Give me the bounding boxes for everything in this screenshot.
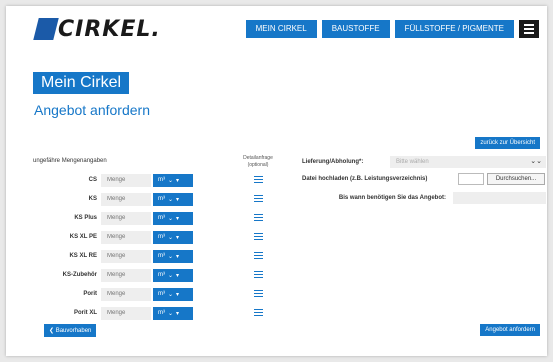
page-subtitle: Angebot anfordern bbox=[34, 102, 150, 118]
back-to-overview-button[interactable]: zurück zur Übersicht bbox=[475, 137, 540, 149]
row-label: KS XL PE bbox=[69, 234, 97, 240]
caret-down-icon: ▾ bbox=[176, 291, 180, 298]
quantities-heading: ungefähre Mengenangaben bbox=[33, 158, 107, 164]
unit-value: m³ bbox=[158, 253, 165, 259]
chevron-down-icon: ⌄ bbox=[168, 272, 174, 279]
unit-value: m³ bbox=[158, 177, 165, 183]
detail-sliders-icon[interactable] bbox=[254, 252, 263, 259]
chevron-down-icon: ⌄ bbox=[168, 291, 174, 298]
unit-value: m³ bbox=[158, 196, 165, 202]
chevron-down-icon: ⌄ bbox=[168, 177, 174, 184]
caret-down-icon: ▾ bbox=[176, 177, 180, 184]
caret-down-icon: ▾ bbox=[176, 234, 180, 241]
caret-down-icon: ▾ bbox=[176, 310, 180, 317]
nav-mein-cirkel[interactable]: MEIN CIRKEL bbox=[245, 20, 317, 38]
quantity-row-porit-xl: Porit XL m³⌄▾ bbox=[33, 306, 193, 320]
row-label: Porit bbox=[83, 291, 97, 297]
detail-sliders-icon[interactable] bbox=[254, 195, 263, 202]
unit-select-ks-plus[interactable]: m³ ⌄ ▾ bbox=[153, 211, 193, 225]
detail-request-heading: Detailanfrage (optional) bbox=[238, 155, 278, 169]
caret-down-icon: ▾ bbox=[176, 253, 180, 260]
row-label: Porit XL bbox=[73, 310, 97, 316]
chevron-down-icon: ⌄ bbox=[168, 234, 174, 241]
detail-request-title: Detailanfrage bbox=[243, 155, 273, 161]
logo-mark-icon bbox=[33, 18, 59, 40]
unit-select-ks-xl-pe[interactable]: m³ ⌄ ▾ bbox=[153, 230, 193, 244]
page-frame: CIRKEL. MEIN CIRKEL BAUSTOFFE FÜLLSTOFFE… bbox=[6, 6, 547, 356]
unit-select-cs[interactable]: m³ ⌄ ▾ bbox=[153, 173, 193, 187]
quantity-row-ks-plus: KS Plus m³⌄▾ bbox=[33, 211, 193, 225]
delivery-label: Lieferung/Abholung*: bbox=[302, 159, 364, 165]
unit-select-ks-zubehoer[interactable]: m³ ⌄ ▾ bbox=[153, 268, 193, 282]
chevron-down-icon: ⌄ bbox=[168, 215, 174, 222]
row-label: KS XL RE bbox=[69, 253, 97, 259]
unit-select-ks[interactable]: m³ ⌄ ▾ bbox=[153, 192, 193, 206]
detail-sliders-icon[interactable] bbox=[254, 309, 263, 316]
nav-baustoffe[interactable]: BAUSTOFFE bbox=[321, 20, 390, 38]
detail-sliders-icon[interactable] bbox=[254, 233, 263, 240]
caret-down-icon: ▾ bbox=[176, 272, 180, 279]
quantity-input-ks-xl-re[interactable] bbox=[101, 249, 151, 263]
quantity-row-cs: CS m³⌄▾ bbox=[33, 173, 193, 187]
logo-text: CIRKEL. bbox=[58, 16, 161, 42]
chevron-down-icon: ⌄ bbox=[168, 196, 174, 203]
detail-sliders-icon[interactable] bbox=[254, 214, 263, 221]
row-label: KS bbox=[88, 196, 97, 202]
quantity-input-ks-xl-pe[interactable] bbox=[101, 230, 151, 244]
top-navigation: MEIN CIRKEL BAUSTOFFE FÜLLSTOFFE / PIGME… bbox=[245, 20, 539, 38]
unit-select-porit[interactable]: m³ ⌄ ▾ bbox=[153, 287, 193, 301]
request-quote-button[interactable]: Angebot anfordern bbox=[480, 324, 540, 336]
browse-button[interactable]: Durchsuchen... bbox=[487, 173, 545, 185]
unit-value: m³ bbox=[158, 310, 165, 316]
caret-down-icon: ▾ bbox=[176, 196, 180, 203]
unit-value: m³ bbox=[158, 234, 165, 240]
quantity-row-porit: Porit m³⌄▾ bbox=[33, 287, 193, 301]
detail-sliders-icon[interactable] bbox=[254, 271, 263, 278]
quantity-row-ks: KS m³⌄▾ bbox=[33, 192, 193, 206]
chevron-down-icon: ⌄⌄ bbox=[530, 158, 542, 165]
quantity-input-porit[interactable] bbox=[101, 287, 151, 301]
row-label: KS Plus bbox=[74, 215, 97, 221]
delivery-select[interactable]: Bitte wählen ⌄⌄ bbox=[390, 156, 546, 168]
unit-value: m³ bbox=[158, 291, 165, 297]
unit-value: m³ bbox=[158, 215, 165, 221]
chevron-down-icon: ⌄ bbox=[168, 310, 174, 317]
file-upload-label: Datei hochladen (z.B. Leistungsverzeichn… bbox=[302, 176, 428, 182]
quantity-row-ks-zubehoer: KS-Zubehör m³⌄▾ bbox=[33, 268, 193, 282]
deadline-input[interactable] bbox=[453, 192, 546, 204]
row-label: KS-Zubehör bbox=[62, 272, 97, 278]
unit-select-porit-xl[interactable]: m³ ⌄ ▾ bbox=[153, 306, 193, 320]
quantity-input-ks-plus[interactable] bbox=[101, 211, 151, 225]
quantity-input-ks[interactable] bbox=[101, 192, 151, 206]
chevron-down-icon: ⌄ bbox=[168, 253, 174, 260]
caret-down-icon: ▾ bbox=[176, 215, 180, 222]
page-title: Mein Cirkel bbox=[33, 72, 130, 94]
quantity-row-ks-xl-pe: KS XL PE m³⌄▾ bbox=[33, 230, 193, 244]
cirkel-logo[interactable]: CIRKEL. bbox=[33, 16, 161, 42]
unit-select-ks-xl-re[interactable]: m³ ⌄ ▾ bbox=[153, 249, 193, 263]
detail-sliders-icon[interactable] bbox=[254, 176, 263, 183]
file-upload-field[interactable] bbox=[458, 173, 484, 185]
deadline-label: Bis wann benötigen Sie das Angebot: bbox=[338, 195, 446, 201]
row-label: CS bbox=[88, 177, 97, 183]
quantity-input-ks-zubehoer[interactable] bbox=[101, 268, 151, 282]
back-to-project-button[interactable]: ❮ Bauvorhaben bbox=[44, 324, 97, 337]
delivery-select-value: Bitte wählen bbox=[396, 159, 429, 165]
nav-fuellstoffe-pigmente[interactable]: FÜLLSTOFFE / PIGMENTE bbox=[394, 20, 514, 38]
detail-request-optional: (optional) bbox=[247, 162, 269, 168]
quantity-row-ks-xl-re: KS XL RE m³⌄▾ bbox=[33, 249, 193, 263]
hamburger-icon[interactable] bbox=[519, 20, 539, 38]
unit-value: m³ bbox=[158, 272, 165, 278]
quantity-input-porit-xl[interactable] bbox=[101, 306, 151, 320]
detail-sliders-icon[interactable] bbox=[254, 290, 263, 297]
quantity-input-cs[interactable] bbox=[101, 173, 151, 187]
